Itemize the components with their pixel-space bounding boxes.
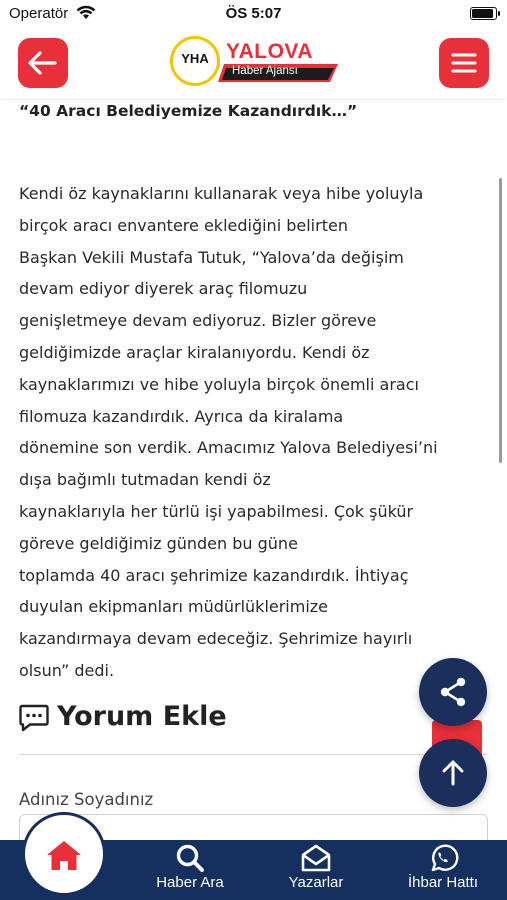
arrow-left-icon — [28, 51, 57, 75]
search-icon — [176, 844, 204, 872]
back-button[interactable] — [18, 38, 68, 88]
scroll-up-button[interactable] — [419, 739, 487, 807]
article-line: dönemine son verdik. Amacımız Yalova Bel… — [19, 438, 438, 458]
article-line: toplamda 40 aracı şehrimize kazandırdık.… — [19, 565, 409, 585]
home-icon — [47, 841, 81, 870]
article-line: genişletmeye devam ediyoruz. Bizler göre… — [19, 311, 377, 331]
divider — [19, 754, 487, 755]
share-icon — [440, 677, 466, 707]
logo-subtitle: Haber Ajansı — [232, 65, 298, 77]
article-line: geldiğimizde araçlar kiralanıyordu. Kend… — [19, 342, 370, 362]
article-line: kaynaklarıyla her türlü işi yapabilmesi.… — [19, 501, 414, 521]
share-button[interactable] — [419, 658, 487, 726]
article-line: birçok aracı envantere eklediğini belirt… — [19, 215, 348, 235]
article-line: göreve geldiğimiz günden bu güne — [19, 533, 298, 553]
article-line: olsun” dedi. — [19, 660, 115, 680]
envelope-open-icon — [301, 844, 331, 872]
nav-item-yazarlar[interactable]: Yazarlar — [266, 840, 366, 900]
nav-item-label: Haber Ara — [156, 874, 224, 891]
clock: ÖS 5:07 — [225, 5, 282, 22]
menu-button[interactable] — [439, 38, 489, 88]
article-body: Kendi öz kaynaklarını kullanarak veya hi… — [19, 178, 479, 687]
home-button[interactable] — [22, 812, 106, 896]
article-line: Kendi öz kaynaklarını kullanarak veya hi… — [19, 184, 424, 203]
scrollbar[interactable] — [499, 178, 502, 463]
article-quote-heading: “40 Aracı Belediyemize Kazandırdık…” — [19, 102, 358, 120]
logo-brand-text: YALOVA — [226, 40, 314, 63]
comment-section-title: Yorum Ekle — [57, 701, 227, 732]
comment-section-header: Yorum Ekle — [19, 698, 469, 742]
nav-item-label: Yazarlar — [288, 874, 344, 891]
arrow-up-icon — [442, 760, 464, 786]
article-line: kazandırmaya devam edeceğiz. Şehrimize h… — [19, 629, 413, 649]
nav-item-label: İhbar Hattı — [407, 874, 479, 891]
app-header: YALOVA Haber Ajansı YHA — [0, 28, 507, 98]
yalova-haber-ajansi-logo[interactable]: YALOVA Haber Ajansı YHA — [170, 36, 342, 88]
nav-item-ihbar-hatti[interactable]: İhbar Hattı — [388, 840, 498, 900]
whatsapp-icon — [431, 844, 459, 872]
article-content[interactable]: “40 Aracı Belediyemize Kazandırdık…” Ken… — [0, 98, 507, 840]
article-line: filomuza kazandırdık. Ayrıca da kiralama — [19, 406, 344, 426]
status-bar: Operatör ÖS 5:07 — [0, 0, 507, 28]
article-line: kaynaklarımızı ve hibe yoluyla birçok ön… — [19, 374, 419, 394]
comment-icon — [19, 704, 49, 736]
hamburger-menu-icon — [451, 53, 477, 73]
nav-item-haber-ara[interactable]: Haber Ara — [140, 840, 240, 900]
article-line: duyulan ekipmanları müdürlüklerimize — [19, 597, 329, 617]
battery-icon — [470, 7, 500, 20]
article-line: dışa bağımlı tutmadan kendi öz — [19, 470, 271, 490]
article-line: devam ediyor diyerek araç filomuzu — [19, 279, 308, 299]
article-line: Başkan Vekili Mustafa Tutuk, “Yalova’da … — [19, 247, 404, 267]
logo-ring-text: YHA — [181, 51, 209, 66]
name-field-label: Adınız Soyadınız — [19, 790, 154, 809]
